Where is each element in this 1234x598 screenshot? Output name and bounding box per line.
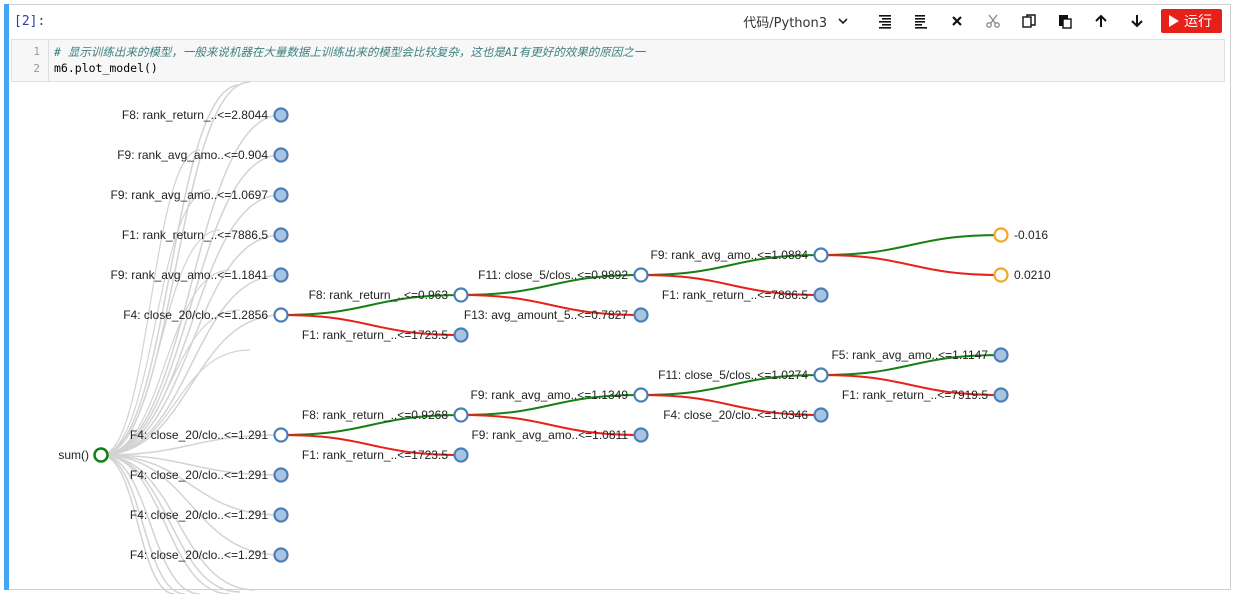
root-node-circle bbox=[93, 447, 109, 463]
split-node[interactable]: F9: rank_avg_amo..<=1.1841 bbox=[111, 267, 289, 283]
split-node[interactable]: F8: rank_return_..<=2.8044 bbox=[122, 107, 289, 123]
leaf-node-circle bbox=[993, 227, 1009, 243]
split-node-circle bbox=[453, 287, 469, 303]
split-node[interactable]: F13: avg_amount_5..<=0.7827 bbox=[464, 307, 649, 323]
split-node-circle bbox=[273, 227, 289, 243]
split-node-circle bbox=[453, 407, 469, 423]
split-node[interactable]: F9: rank_avg_amo..<=1.0884 bbox=[651, 247, 829, 263]
split-node[interactable]: F4: close_20/clo..<=1.291 bbox=[130, 507, 289, 523]
split-node-circle bbox=[993, 387, 1009, 403]
split-node-circle bbox=[273, 427, 289, 443]
split-node[interactable]: F8: rank_return_..<=0.9268 bbox=[302, 407, 469, 423]
split-condition-label: F8: rank_return_..<=0.9268 bbox=[302, 408, 448, 422]
split-node-circle bbox=[273, 547, 289, 563]
no-edge bbox=[820, 254, 1002, 276]
split-condition-label: F5: rank_avg_amo..<=1.1147 bbox=[831, 348, 988, 362]
split-node-circle bbox=[633, 427, 649, 443]
split-condition-label: F9: rank_avg_amo..<=1.0697 bbox=[111, 188, 269, 202]
output-area: sum() F8: rank_return_..<=2.8044 F9: rank_… bbox=[0, 0, 1234, 595]
split-condition-label: F1: rank_return_..<=1723.5 bbox=[302, 448, 448, 462]
split-node[interactable]: F11: close_5/clos..<=1.0274 bbox=[658, 367, 829, 383]
split-node[interactable]: F1: rank_return_..<=7886.5 bbox=[662, 287, 829, 303]
split-node-circle bbox=[633, 267, 649, 283]
split-condition-label: F11: close_5/clos..<=0.9892 bbox=[478, 268, 628, 282]
leaf-node-circle bbox=[993, 267, 1009, 283]
leaf-value-label: 0.0210 bbox=[1014, 268, 1051, 282]
split-condition-label: F9: rank_avg_amo..<=1.1349 bbox=[471, 388, 629, 402]
leaf-node[interactable]: -0.016 bbox=[993, 227, 1049, 243]
split-node-circle bbox=[813, 367, 829, 383]
split-node[interactable]: F9: rank_avg_amo..<=1.0811 bbox=[471, 427, 649, 443]
split-node-circle bbox=[273, 267, 289, 283]
split-node[interactable]: F4: close_20/clo..<=1.0346 bbox=[663, 407, 829, 423]
split-node[interactable]: F1: rank_return_..<=7886.5 bbox=[122, 227, 289, 243]
split-node[interactable]: F1: rank_return_..<=7919.5 bbox=[842, 387, 1009, 403]
split-condition-label: F13: avg_amount_5..<=0.7827 bbox=[464, 308, 628, 322]
split-node-circle bbox=[273, 147, 289, 163]
root-node[interactable]: sum() bbox=[58, 447, 109, 463]
split-node[interactable]: F11: close_5/clos..<=0.9892 bbox=[478, 267, 649, 283]
split-node-circle bbox=[453, 327, 469, 343]
split-node[interactable]: F4: close_20/clo..<=1.291 bbox=[130, 427, 289, 443]
split-node[interactable]: F9: rank_avg_amo..<=1.1349 bbox=[471, 387, 649, 403]
split-node[interactable]: F9: rank_avg_amo..<=0.904 bbox=[117, 147, 289, 163]
split-node-circle bbox=[813, 247, 829, 263]
split-node[interactable]: F4: close_20/clo..<=1.291 bbox=[130, 467, 289, 483]
split-node-circle bbox=[273, 107, 289, 123]
leaf-value-label: -0.016 bbox=[1014, 228, 1048, 242]
split-condition-label: F8: rank_return_..<=2.8044 bbox=[122, 108, 268, 122]
split-node-circle bbox=[273, 467, 289, 483]
split-node-circle bbox=[273, 507, 289, 523]
split-condition-label: F9: rank_avg_amo..<=1.0884 bbox=[651, 248, 809, 262]
tree-nodes: F8: rank_return_..<=2.8044 F9: rank_avg_a… bbox=[111, 107, 1052, 563]
split-condition-label: F1: rank_return_..<=7919.5 bbox=[842, 388, 988, 402]
split-node-circle bbox=[993, 347, 1009, 363]
leaf-node[interactable]: 0.0210 bbox=[993, 267, 1052, 283]
root-node-label: sum() bbox=[58, 448, 89, 462]
split-node-circle bbox=[633, 387, 649, 403]
split-condition-label: F9: rank_avg_amo..<=0.904 bbox=[117, 148, 268, 162]
split-node-circle bbox=[273, 187, 289, 203]
split-condition-label: F11: close_5/clos..<=1.0274 bbox=[658, 368, 808, 382]
split-node[interactable]: F1: rank_return_..<=1723.5 bbox=[302, 447, 469, 463]
split-condition-label: F1: rank_return_..<=7886.5 bbox=[662, 288, 808, 302]
split-node[interactable]: F4: close_20/clo..<=1.2856 bbox=[123, 307, 289, 323]
split-node-circle bbox=[453, 447, 469, 463]
split-condition-label: F9: rank_avg_amo..<=1.0811 bbox=[471, 428, 628, 442]
split-condition-label: F8: rank_return_..<=0.963 bbox=[309, 288, 449, 302]
yes-edge bbox=[820, 234, 1002, 256]
split-node-circle bbox=[813, 287, 829, 303]
split-condition-label: F4: close_20/clo..<=1.291 bbox=[130, 428, 268, 442]
split-node[interactable]: F9: rank_avg_amo..<=1.0697 bbox=[111, 187, 289, 203]
split-condition-label: F1: rank_return_..<=7886.5 bbox=[122, 228, 268, 242]
split-node-circle bbox=[273, 307, 289, 323]
split-condition-label: F1: rank_return_..<=1723.5 bbox=[302, 328, 448, 342]
split-node[interactable]: F4: close_20/clo..<=1.291 bbox=[130, 547, 289, 563]
split-condition-label: F4: close_20/clo..<=1.2856 bbox=[123, 308, 268, 322]
split-condition-label: F4: close_20/clo..<=1.291 bbox=[130, 548, 268, 562]
split-condition-label: F9: rank_avg_amo..<=1.1841 bbox=[111, 268, 269, 282]
split-node-circle bbox=[633, 307, 649, 323]
split-node[interactable]: F8: rank_return_..<=0.963 bbox=[309, 287, 469, 303]
split-condition-label: F4: close_20/clo..<=1.291 bbox=[130, 508, 268, 522]
split-condition-label: F4: close_20/clo..<=1.291 bbox=[130, 468, 268, 482]
split-condition-label: F4: close_20/clo..<=1.0346 bbox=[663, 408, 808, 422]
split-node-circle bbox=[813, 407, 829, 423]
split-node[interactable]: F1: rank_return_..<=1723.5 bbox=[302, 327, 469, 343]
split-node[interactable]: F5: rank_avg_amo..<=1.1147 bbox=[831, 347, 1009, 363]
tree-diagram: sum() F8: rank_return_..<=2.8044 F9: rank_… bbox=[58, 81, 1052, 595]
